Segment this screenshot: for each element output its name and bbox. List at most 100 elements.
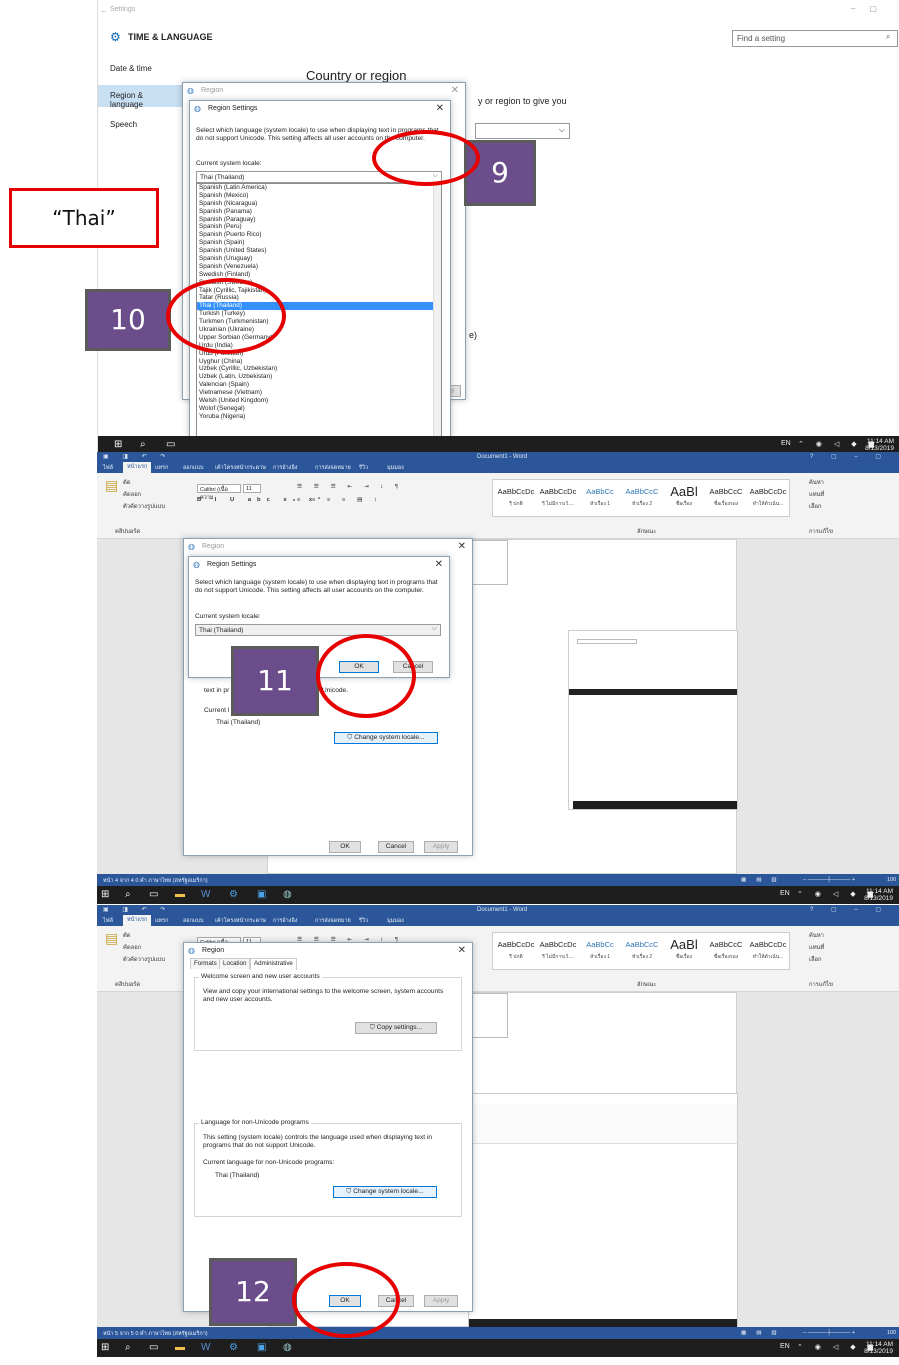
list-scrollbar[interactable] bbox=[433, 184, 441, 446]
region-app-icon[interactable]: ◍ bbox=[283, 1342, 292, 1353]
replace-button[interactable]: แทนที่ bbox=[809, 942, 824, 952]
find-button[interactable]: ค้นหา bbox=[809, 477, 824, 487]
style-item[interactable]: AaBbCcC ชื่อเรื่องรอง bbox=[705, 937, 747, 961]
style-item[interactable]: AaBl ชื่อเรื่อง bbox=[663, 484, 705, 508]
ribbon-tab[interactable]: แทรก bbox=[155, 464, 168, 472]
share-button[interactable]: คนชื่อหน้าใช้ bbox=[859, 465, 892, 475]
nav-speech[interactable]: Speech bbox=[98, 114, 188, 136]
task-view-icon[interactable]: ▭ bbox=[149, 1342, 158, 1353]
locale-list-item[interactable]: Spanish (Spain) bbox=[197, 239, 441, 247]
style-item[interactable]: AaBl ชื่อเรื่อง bbox=[663, 937, 705, 961]
ribbon-tab[interactable]: รีวิว bbox=[359, 464, 368, 472]
search-icon[interactable]: ⌕ bbox=[125, 889, 131, 900]
windows-start-icon[interactable]: ⊞ bbox=[101, 889, 109, 900]
task-view-icon[interactable]: ▭ bbox=[166, 439, 175, 450]
locale-list-item[interactable]: Spanish (Paraguay) bbox=[197, 216, 441, 224]
zoom-level[interactable]: 100 bbox=[887, 877, 896, 883]
font-size-box[interactable]: 11 bbox=[243, 484, 261, 493]
ribbon-tab[interactable]: แทรก bbox=[155, 917, 168, 925]
style-item[interactable]: AaBbCcDc ทำให้ตัวเน้น... bbox=[747, 937, 789, 961]
cancel-button[interactable]: Cancel bbox=[378, 841, 414, 853]
cut-button[interactable]: ตัด bbox=[123, 930, 131, 940]
language-indicator[interactable]: EN bbox=[780, 1343, 790, 1350]
ok-button[interactable]: OK bbox=[329, 841, 361, 853]
apply-button[interactable]: Apply bbox=[424, 841, 458, 853]
change-locale-button[interactable]: ⛉ Change system locale... bbox=[334, 732, 438, 744]
close-icon[interactable]: ✕ bbox=[451, 85, 459, 96]
ribbon-tab[interactable]: มุมมอง bbox=[387, 917, 404, 925]
ribbon-tab[interactable]: การอ้างอิง bbox=[273, 464, 297, 472]
font-name-box[interactable]: Calibri (เนื้อความ bbox=[197, 484, 241, 501]
style-item[interactable]: AaBbCcC หัวเรื่อง 2 bbox=[621, 484, 663, 508]
style-item[interactable]: AaBbCcC ชื่อเรื่องรอง bbox=[705, 484, 747, 508]
view-icons[interactable]: ▦▤▥ bbox=[741, 1330, 787, 1336]
country-dropdown[interactable]: ⌵ bbox=[475, 123, 570, 139]
locale-list-item[interactable]: Uzbek (Latin, Uzbekistan) bbox=[197, 373, 441, 381]
ribbon-tab[interactable]: ไฟล์ bbox=[103, 464, 113, 472]
format-painter-button[interactable]: ตัวคัดวางรูปแบบ bbox=[123, 954, 165, 964]
file-explorer-icon[interactable]: ▬ bbox=[175, 1342, 185, 1353]
styles-gallery[interactable]: AaBbCcDc ¶ ปกติ AaBbCcDc ¶ ไม่มีการเว้.... A… bbox=[492, 479, 790, 517]
locale-list-item[interactable]: Spanish (United States) bbox=[197, 247, 441, 255]
locale-list-item[interactable]: Spanish (Panama) bbox=[197, 208, 441, 216]
quick-access-icons[interactable]: ▣ ◨ ↶ ↷ bbox=[103, 453, 171, 460]
copy-button[interactable]: คัดลอก bbox=[123, 489, 141, 499]
tab-administrative[interactable]: Administrative bbox=[250, 958, 297, 970]
photos-icon[interactable]: ▣ bbox=[257, 889, 266, 900]
nav-region-language[interactable]: Region & language bbox=[98, 85, 188, 109]
close-icon[interactable]: ✕ bbox=[458, 541, 466, 552]
paragraph-icons[interactable]: ☰ ☰ ☰ ⇤ ⇥ ↕ ¶ bbox=[297, 484, 403, 490]
tab-formats[interactable]: Formats bbox=[190, 958, 221, 969]
ribbon-tab[interactable]: การอ้างอิง bbox=[273, 917, 297, 925]
locale-list-item[interactable]: Spanish (Puerto Rico) bbox=[197, 231, 441, 239]
back-arrow-icon[interactable]: ← bbox=[100, 6, 108, 15]
nav-date-time[interactable]: Date & time bbox=[98, 58, 188, 80]
locale-list-item[interactable]: Spanish (Uruguay) bbox=[197, 255, 441, 263]
word-icon[interactable]: W bbox=[201, 889, 210, 900]
style-item[interactable]: AaBbCcDc ทำให้ตัวเน้น... bbox=[747, 484, 789, 508]
settings-app-icon[interactable]: ⚙ bbox=[229, 1342, 238, 1353]
style-item[interactable]: AaBbCcC หัวเรื่อง 2 bbox=[621, 937, 663, 961]
close-icon[interactable]: ✕ bbox=[435, 559, 443, 570]
styles-gallery[interactable]: AaBbCcDc ¶ ปกติ AaBbCcDc ¶ ไม่มีการเว้.... A… bbox=[492, 932, 790, 970]
search-icon[interactable]: ⌕ bbox=[125, 1342, 131, 1353]
style-item[interactable]: AaBbCcDc ¶ ปกติ bbox=[495, 937, 537, 961]
style-item[interactable]: AaBbCc หัวเรื่อง 1 bbox=[579, 484, 621, 508]
window-controls-icon[interactable]: –▢ bbox=[851, 4, 891, 13]
select-button[interactable]: เลือก bbox=[809, 954, 822, 964]
search-input[interactable]: Find a setting bbox=[732, 30, 898, 47]
format-painter-button[interactable]: ตัวคัดวางรูปแบบ bbox=[123, 501, 165, 511]
ribbon-tab[interactable]: รีวิว bbox=[359, 917, 368, 925]
locale-combo[interactable]: Thai (Thailand) ⌵ bbox=[195, 624, 441, 636]
close-icon[interactable]: ✕ bbox=[458, 945, 466, 956]
cut-button[interactable]: ตัด bbox=[123, 477, 131, 487]
locale-list-item[interactable]: Wolof (Senegal) bbox=[197, 405, 441, 413]
close-icon[interactable]: ✕ bbox=[436, 103, 444, 114]
locale-list-item[interactable]: Uyghur (China) bbox=[197, 358, 441, 366]
locale-list-item[interactable]: Spanish (Peru) bbox=[197, 223, 441, 231]
ribbon-tab[interactable]: หน้าแรก bbox=[123, 462, 152, 473]
locale-list-item[interactable]: Spanish (Mexico) bbox=[197, 192, 441, 200]
clock[interactable]: 11:14 AM 8/13/2019 bbox=[864, 888, 893, 902]
windows-start-icon[interactable]: ⊞ bbox=[101, 1342, 109, 1353]
copy-button[interactable]: คัดลอก bbox=[123, 942, 141, 952]
ribbon-tab[interactable]: การส่งจดหมาย bbox=[315, 917, 351, 925]
file-explorer-icon[interactable]: ▬ bbox=[175, 889, 185, 900]
style-item[interactable]: AaBbCcDc ¶ ไม่มีการเว้.... bbox=[537, 937, 579, 961]
locale-list-item[interactable]: Vietnamese (Vietnam) bbox=[197, 389, 441, 397]
search-icon[interactable]: ⌕ bbox=[140, 439, 146, 450]
locale-list-item[interactable]: Welsh (United Kingdom) bbox=[197, 397, 441, 405]
ribbon-tab[interactable]: การส่งจดหมาย bbox=[315, 464, 351, 472]
ribbon-tab[interactable]: เค้าโครงหน้ากระดาษ bbox=[215, 464, 266, 472]
zoom-slider[interactable]: – ─────┼───── + bbox=[803, 877, 855, 883]
language-indicator[interactable]: EN bbox=[781, 440, 791, 447]
clock[interactable]: 11:14 AM 8/13/2019 bbox=[865, 438, 894, 452]
view-icons[interactable]: ▦▤▥ bbox=[741, 877, 787, 883]
style-item[interactable]: AaBbCcDc ¶ ปกติ bbox=[495, 484, 537, 508]
align-icons[interactable]: ≡ ≡ ≡ ≡ ▤ ↕ bbox=[297, 497, 382, 503]
task-view-icon[interactable]: ▭ bbox=[149, 889, 158, 900]
apply-button[interactable]: Apply bbox=[424, 1295, 458, 1307]
style-item[interactable]: AaBbCcDc ¶ ไม่มีการเว้.... bbox=[537, 484, 579, 508]
ribbon-tab[interactable]: มุมมอง bbox=[387, 464, 404, 472]
locale-list-item[interactable]: Spanish (Venezuela) bbox=[197, 263, 441, 271]
